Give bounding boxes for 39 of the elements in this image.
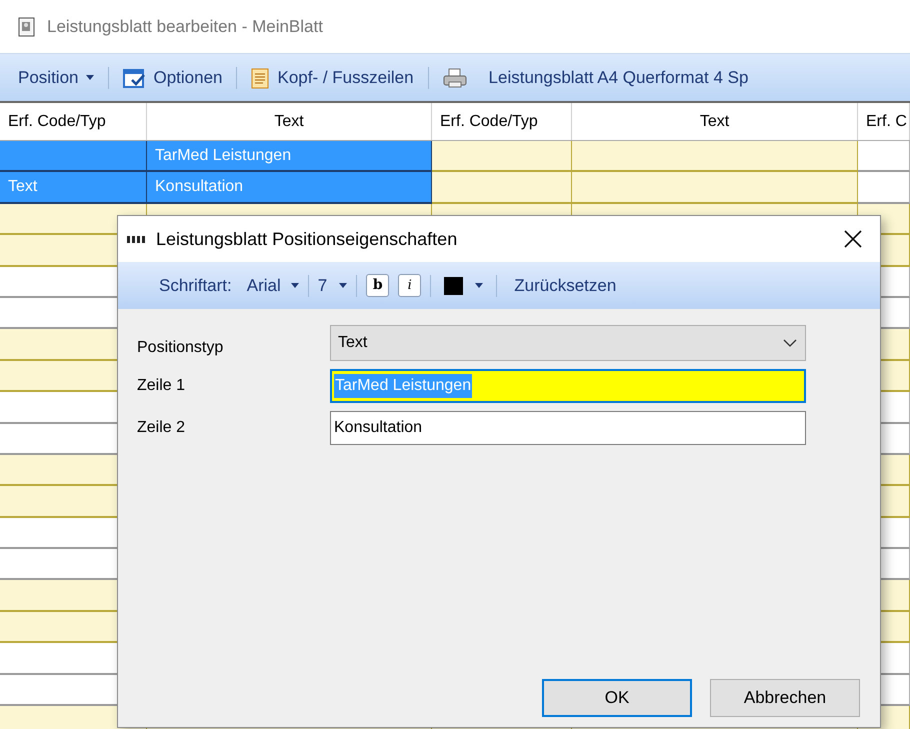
caret-icon: [86, 75, 94, 80]
checked-calendar-icon: [123, 66, 146, 88]
bars-icon: [127, 236, 148, 242]
document-icon: [17, 16, 37, 36]
menu-button[interactable]: Position: [14, 64, 98, 90]
field-label: Positionstyp: [137, 338, 224, 358]
dialog-title: Leistungsblatt Positionseigenschaften: [156, 228, 458, 251]
close-icon: [844, 230, 862, 248]
table-cell: [858, 172, 910, 204]
print-button[interactable]: Leistungsblatt A4 Querformat 4 Sp: [438, 64, 752, 90]
table-cell: Konsultation: [147, 172, 432, 204]
header-button[interactable]: Kopf- / Fusszeilen: [247, 64, 418, 90]
caret-icon: [339, 283, 348, 288]
bold-button[interactable]: b: [366, 274, 390, 297]
dialog-button[interactable]: OK: [542, 679, 692, 717]
italic-button[interactable]: i: [398, 274, 422, 297]
column-header[interactable]: Text: [572, 103, 858, 140]
column-header[interactable]: Erf. Code/Typ: [0, 103, 147, 140]
field-label: Zeile 2: [137, 418, 186, 438]
column-header[interactable]: Erf. Code/Typ: [432, 103, 572, 140]
table-cell: Text: [0, 172, 147, 204]
options-button[interactable]: Optionen: [119, 64, 226, 90]
table-cell: TarMed Leistungen: [147, 141, 432, 172]
reset-button[interactable]: Zurücksetzen: [514, 272, 616, 298]
dialog-button[interactable]: Abbrechen: [710, 679, 860, 717]
input-field[interactable]: Konsultation: [330, 411, 806, 445]
notepad-icon: [251, 66, 270, 88]
dropdown-field[interactable]: Text: [330, 325, 806, 361]
caret-icon: [290, 283, 299, 288]
size-dropdown[interactable]: 7: [318, 272, 348, 298]
font-label: Schriftart:: [159, 274, 232, 297]
field-label: Zeile 1: [137, 376, 186, 396]
chevron-down-icon: [783, 339, 797, 347]
printer-icon: [442, 68, 467, 88]
column-header[interactable]: Erf. C: [858, 103, 910, 140]
caret-icon: [475, 283, 484, 288]
column-header[interactable]: Text: [147, 103, 432, 140]
window-title: Leistungsblatt bearbeiten - MeinBlatt: [47, 16, 323, 38]
font-dropdown[interactable]: Arial: [246, 272, 299, 298]
